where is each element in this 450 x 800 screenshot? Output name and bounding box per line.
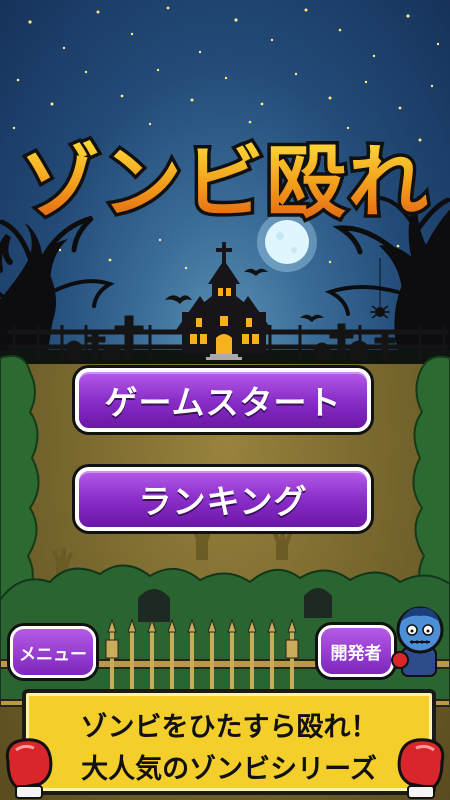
zombie-mascot-icon (391, 606, 444, 677)
game-start-button[interactable]: ゲームスタート (75, 368, 371, 432)
game-title: ゾンビ殴れ (0, 128, 450, 238)
developer-button-label: 開発者 (330, 643, 382, 664)
game-title-text: ゾンビ殴れ (20, 136, 430, 229)
haunted-house-icon (176, 242, 272, 360)
boxing-glove-icon (5, 738, 53, 799)
banner-line-2: 大人気のゾンビシリーズ (81, 754, 377, 785)
ranking-button[interactable]: ランキング (75, 467, 371, 531)
boxing-glove-icon (397, 738, 445, 799)
developer-button[interactable]: 開発者 (318, 625, 394, 677)
menu-button[interactable]: メニュー (10, 626, 96, 678)
left-bush (0, 354, 40, 601)
promo-banner: ゾンビをひたすら殴れ！ 大人気のゾンビシリーズ (22, 689, 436, 795)
right-bush (412, 355, 450, 601)
banner-line-1: ゾンビをひたすら殴れ！ (80, 712, 378, 743)
menu-button-label: メニュー (19, 644, 87, 665)
